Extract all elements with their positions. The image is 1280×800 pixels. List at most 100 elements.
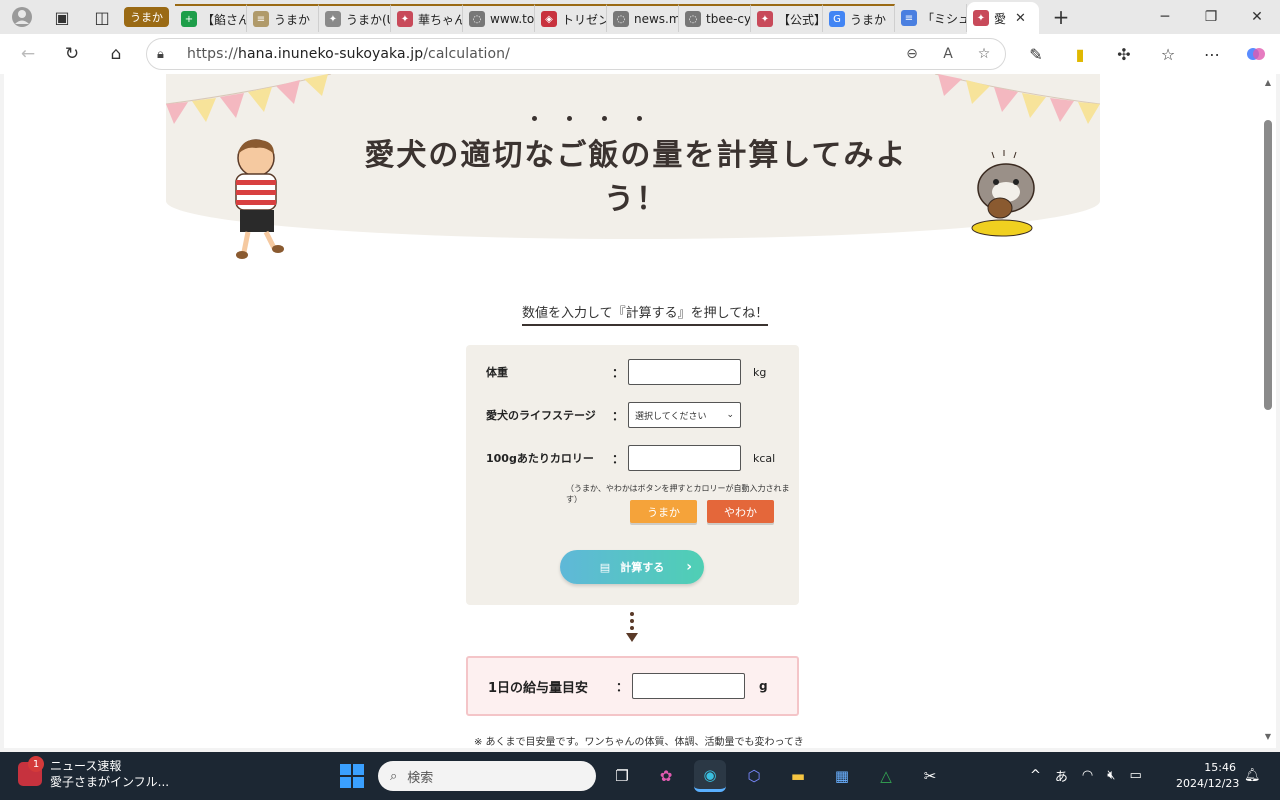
tab[interactable]: + 【餡さん (175, 4, 247, 32)
tab-favicon-icon: + (181, 11, 197, 27)
calculator-form: 体重 ： kg 愛犬のライフステージ ： 選択してください ⌄ 100gあたりカ… (466, 345, 799, 605)
calculate-button[interactable]: ▤ 計算する › (560, 550, 704, 584)
tab-favicon-icon: G (829, 11, 845, 27)
result-unit: g (759, 679, 768, 693)
result-output (632, 673, 745, 699)
yawaka-button[interactable]: やわか (707, 500, 774, 523)
umaka-button[interactable]: うまか (630, 500, 697, 523)
extension-pen-icon[interactable]: ✎ (1020, 38, 1052, 70)
news-widget[interactable]: 1 ニュース速報 愛子さまがインフル... (18, 756, 169, 790)
tab[interactable]: ◌ tbee-cy (679, 4, 751, 32)
tab[interactable]: ≡ 「ミシュワ (895, 4, 967, 32)
tab-favicon-icon: ≡ (901, 10, 917, 26)
new-tab-button[interactable]: + (1047, 3, 1075, 31)
tab-bar: ▣ ◫ うまか + 【餡さん ≡ うまか（ ✦ うまか(U ✦ 華ちゃん ◌ www.to ◈ トリゼ… (0, 0, 1280, 34)
tab[interactable]: ≡ うまか（ (247, 4, 319, 32)
tab[interactable]: ◌ www.to (463, 4, 535, 32)
address-bar[interactable]: 🔒︎ https://hana.inuneko-sukoyaka.jp/calc… (146, 38, 1006, 70)
calorie-input[interactable] (628, 445, 741, 471)
down-arrow-icon (624, 612, 640, 642)
tab[interactable]: ✦ うまか(U (319, 4, 391, 32)
maximize-button[interactable]: ❐ (1188, 0, 1234, 34)
tab-title: うまか（ (274, 12, 319, 27)
copilot-store-icon[interactable]: ⬡ (738, 760, 770, 792)
reload-button[interactable]: ↻ (54, 38, 90, 70)
ime-indicator[interactable]: あ (1055, 766, 1068, 785)
tab-active[interactable]: ✦ 愛 ✕ (967, 2, 1039, 34)
tab-actions-icon[interactable]: ◫ (88, 3, 116, 31)
news-title: ニュース速報 (50, 759, 122, 773)
favorite-star-icon[interactable]: ☆ (973, 43, 995, 65)
close-window-button[interactable]: ✕ (1234, 0, 1280, 34)
result-label: 1日の給与量目安 (488, 680, 589, 696)
news-badge: 1 (28, 756, 44, 772)
calculator-icon: ▤ (599, 560, 611, 574)
tab[interactable]: ✦ 華ちゃん (391, 4, 463, 32)
read-aloud-icon[interactable]: A (937, 43, 959, 65)
instruction-text: 数値を入力して『計算する』を押してね！ (522, 302, 769, 326)
tab[interactable]: ◈ トリゼン (535, 4, 607, 32)
chevron-up-icon[interactable]: ^ (1030, 768, 1041, 783)
copilot-icon[interactable] (1240, 38, 1272, 70)
lock-icon[interactable]: 🔒︎ (157, 47, 187, 62)
scroll-thumb[interactable] (1264, 120, 1272, 410)
tab[interactable]: ✦ 【公式】 (751, 4, 823, 32)
tab-title: トリゼン (562, 12, 607, 27)
notification-bell-icon[interactable]: 🔔︎ (1244, 768, 1261, 783)
tab-title: 愛 (994, 11, 1007, 26)
result-panel: 1日の給与量目安 ： g (466, 656, 799, 716)
start-button[interactable] (340, 764, 364, 788)
weight-row: 体重 ： kg (486, 359, 766, 385)
minimize-button[interactable]: ─ (1142, 0, 1188, 34)
tab[interactable]: G うまか (823, 4, 895, 32)
url-text: https://hana.inuneko-sukoyaka.jp/calcula… (187, 46, 510, 62)
workspaces-icon[interactable]: ▣ (48, 3, 76, 31)
favorites-icon[interactable]: ☆ (1152, 38, 1184, 70)
clock[interactable]: 15:46 2024/12/23 (1176, 760, 1239, 792)
more-menu-icon[interactable]: ⋯ (1196, 38, 1228, 70)
weight-input[interactable] (628, 359, 741, 385)
page-viewport: 愛犬の適切なご飯の量を計算してみよう！ 数値を入力して『計算する』を押してね！ … (4, 74, 1260, 748)
scroll-down-arrow[interactable]: ▼ (1262, 732, 1274, 744)
profile-icon[interactable] (8, 3, 36, 31)
tab-favicon-icon: ✦ (397, 11, 413, 27)
google-drive-icon[interactable]: △ (870, 760, 902, 792)
tab-title: 【餡さん (202, 12, 247, 27)
tab-close-icon[interactable]: ✕ (1015, 11, 1026, 26)
tab-strip: + 【餡さん ≡ うまか（ ✦ うまか(U ✦ 華ちゃん ◌ www.to ◈ トリゼン ◌ news.m… (175, 0, 1039, 34)
edge-browser-icon[interactable]: ◉ (694, 760, 726, 792)
extension-marker-icon[interactable]: ▮ (1064, 38, 1096, 70)
copilot-app-icon[interactable]: ✿ (650, 760, 682, 792)
tab-favicon-icon: ✦ (757, 11, 773, 27)
back-button[interactable]: ← (10, 38, 46, 70)
chevron-right-icon: › (686, 559, 692, 575)
scroll-up-arrow[interactable]: ▲ (1262, 78, 1274, 90)
capcut-icon[interactable]: ✂ (914, 760, 946, 792)
microsoft-store-icon[interactable]: ▦ (826, 760, 858, 792)
boy-illustration (235, 139, 284, 259)
zoom-out-icon[interactable]: ⊖ (901, 43, 923, 65)
volume-muted-icon[interactable]: 🔇︎ (1107, 768, 1115, 783)
tab-favicon-icon: ✦ (973, 10, 989, 26)
tab-title: うまか(U (346, 12, 391, 27)
tab-title: うまか (850, 12, 887, 27)
tab[interactable]: ◌ news.m (607, 4, 679, 32)
task-view-icon[interactable]: ❐ (606, 760, 638, 792)
title-emphasis-dots (532, 116, 642, 121)
bunting-left-decoration (166, 74, 332, 124)
page-scrollbar[interactable]: ▲ ▼ (1260, 74, 1276, 748)
wifi-icon[interactable]: ◠ (1082, 768, 1093, 783)
taskbar-search[interactable]: ⌕ 検索 (378, 761, 596, 791)
calorie-label: 100gあたりカロリー (486, 452, 594, 465)
news-icon: 1 (18, 756, 44, 786)
tab-group-chip[interactable]: うまか (124, 7, 169, 27)
weight-unit: kg (753, 365, 767, 379)
battery-icon[interactable]: ▭ (1129, 768, 1141, 783)
life-stage-select[interactable]: 選択してください ⌄ (628, 402, 741, 428)
search-icon: ⌕ (390, 768, 398, 784)
file-explorer-icon[interactable]: ▬ (782, 760, 814, 792)
home-button[interactable]: ⌂ (98, 38, 134, 70)
extensions-puzzle-icon[interactable]: ✣ (1108, 38, 1140, 70)
tab-title: www.to (490, 12, 535, 26)
tab-title: 【公式】 (778, 12, 823, 27)
